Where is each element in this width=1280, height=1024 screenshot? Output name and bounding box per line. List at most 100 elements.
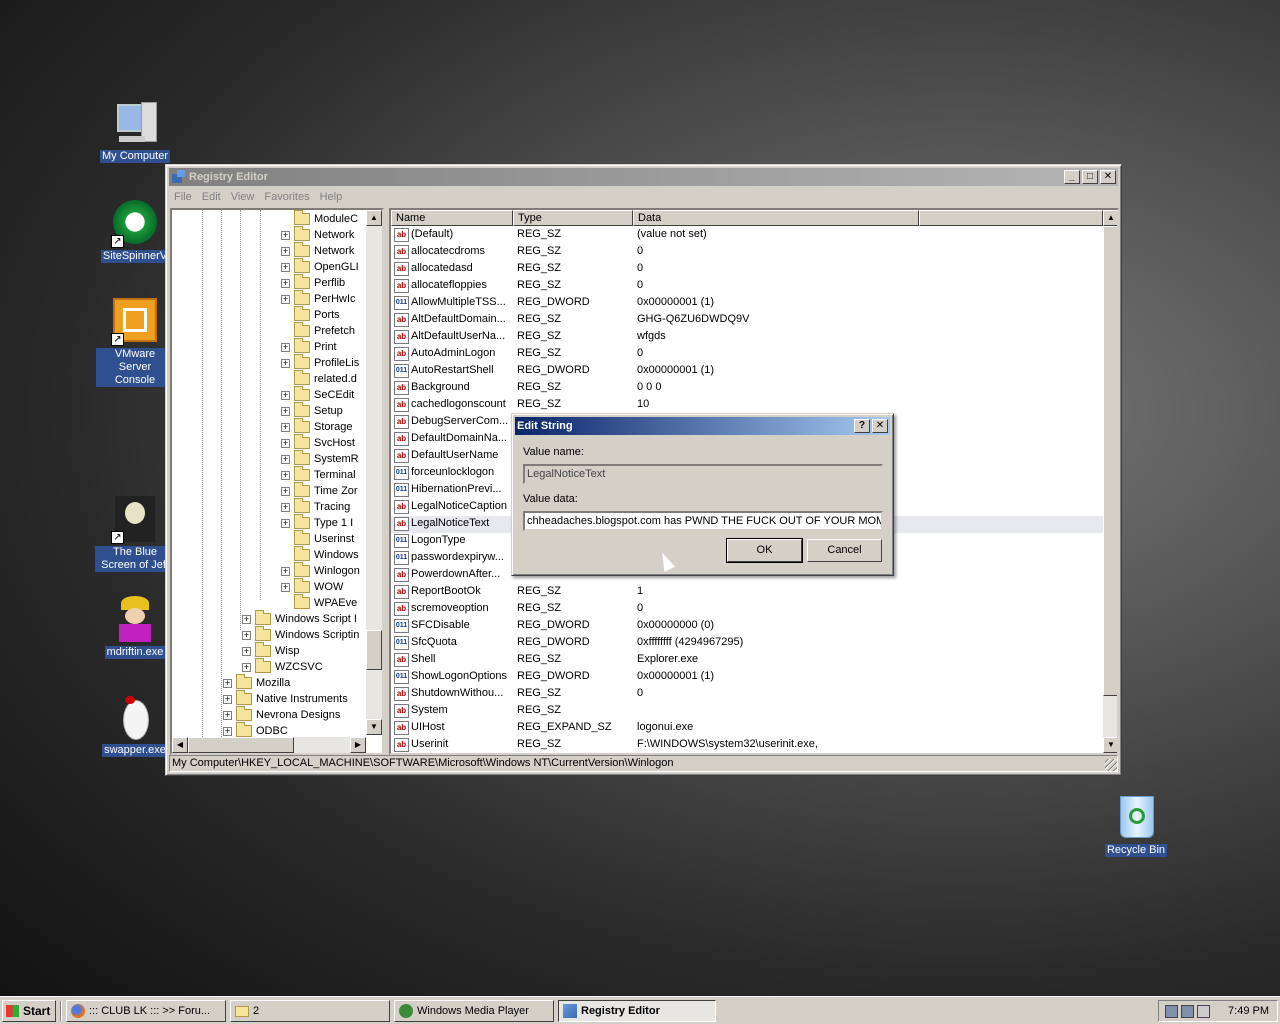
desktop-icon-blue-screen-of-jeff[interactable]: ↗ The Blue Screen of Jeff xyxy=(95,496,175,572)
expand-toggle-icon[interactable]: + xyxy=(281,422,290,432)
expand-toggle-icon[interactable]: + xyxy=(242,614,251,624)
task-club-lk[interactable]: ::: CLUB LK ::: >> Foru... xyxy=(66,1000,226,1022)
column-header-name[interactable]: Name xyxy=(391,210,513,226)
registry-value-row[interactable]: ab cachedlogonscount REG_SZ 10 xyxy=(391,397,1103,414)
task-registry-editor[interactable]: Registry Editor xyxy=(558,1000,716,1022)
registry-value-row[interactable]: ab ShutdownWithou... REG_SZ 0 xyxy=(391,686,1103,703)
tree-node[interactable]: + Winlogon xyxy=(281,562,360,579)
menu-view[interactable]: View xyxy=(226,191,260,203)
network-icon[interactable] xyxy=(1181,1005,1194,1018)
scroll-down-button[interactable]: ▼ xyxy=(1103,737,1117,753)
tree-node[interactable]: + Time Zor xyxy=(281,482,358,499)
expand-toggle-icon[interactable]: + xyxy=(223,678,232,688)
scroll-thumb[interactable] xyxy=(1103,226,1117,696)
task-folder-2[interactable]: 2 xyxy=(230,1000,390,1022)
tree-node[interactable]: + Network xyxy=(281,226,354,243)
tree-node[interactable]: + OpenGLI xyxy=(281,258,359,275)
tree-node[interactable]: + WZCSVC xyxy=(242,658,323,675)
scroll-right-button[interactable]: ▶ xyxy=(350,737,366,753)
task-windows-media-player[interactable]: Windows Media Player xyxy=(394,1000,554,1022)
registry-value-row[interactable]: ab allocatefloppies REG_SZ 0 xyxy=(391,278,1103,295)
desktop-icon-mdriftin[interactable]: mdriftin.exe xyxy=(95,596,175,659)
tree-horizontal-scrollbar[interactable]: ◀ ▶ xyxy=(172,737,366,753)
tree-node[interactable]: + Wisp xyxy=(242,642,299,659)
cancel-button[interactable]: Cancel xyxy=(807,539,882,562)
expand-toggle-icon[interactable]: + xyxy=(242,662,251,672)
menu-favorites[interactable]: Favorites xyxy=(259,191,314,203)
tree-node[interactable]: + Print xyxy=(281,338,337,355)
expand-toggle-icon[interactable]: + xyxy=(281,454,290,464)
minimize-button[interactable]: _ xyxy=(1064,170,1080,184)
menu-help[interactable]: Help xyxy=(315,191,348,203)
registry-value-row[interactable]: 011 AutoRestartShell REG_DWORD 0x00000001 (… xyxy=(391,363,1103,380)
tree-node[interactable]: + Setup xyxy=(281,402,343,419)
network-icon[interactable] xyxy=(1165,1005,1178,1018)
tree-node[interactable]: Userinst xyxy=(281,530,354,547)
expand-toggle-icon[interactable]: + xyxy=(281,582,290,592)
desktop-icon-my-computer[interactable]: My Computer xyxy=(95,100,175,163)
expand-toggle-icon[interactable]: + xyxy=(281,262,290,272)
tree-node[interactable]: + Network xyxy=(281,242,354,259)
tree-node[interactable]: + Perflib xyxy=(281,274,345,291)
tree-node[interactable]: + SystemR xyxy=(281,450,359,467)
registry-tree[interactable]: ModuleC + Network + Network + OpenGLI + Perflib +… xyxy=(170,208,384,755)
tree-node[interactable]: + Type 1 I xyxy=(281,514,353,531)
expand-toggle-icon[interactable]: + xyxy=(281,566,290,576)
menu-file[interactable]: File xyxy=(169,191,197,203)
tree-node[interactable]: + Windows Scriptin xyxy=(242,626,359,643)
registry-value-row[interactable]: 011 AllowMultipleTSS... REG_DWORD 0x0000000… xyxy=(391,295,1103,312)
expand-toggle-icon[interactable]: + xyxy=(223,726,232,736)
registry-value-row[interactable]: 011 SfcQuota REG_DWORD 0xffffffff (42949672… xyxy=(391,635,1103,652)
volume-icon[interactable] xyxy=(1197,1005,1210,1018)
tree-node[interactable]: + Mozilla xyxy=(223,674,290,691)
expand-toggle-icon[interactable]: + xyxy=(281,342,290,352)
help-button[interactable]: ? xyxy=(854,419,870,433)
column-header-type[interactable]: Type xyxy=(513,210,633,226)
scroll-up-button[interactable]: ▲ xyxy=(1103,210,1117,226)
desktop-icon-recycle-bin[interactable]: Recycle Bin xyxy=(1096,794,1176,857)
close-button[interactable]: ✕ xyxy=(1100,170,1116,184)
window-titlebar[interactable]: Registry Editor _ □ ✕ xyxy=(169,168,1118,186)
scroll-up-button[interactable]: ▲ xyxy=(366,210,382,226)
registry-value-row[interactable]: ab Background REG_SZ 0 0 0 xyxy=(391,380,1103,397)
expand-toggle-icon[interactable]: + xyxy=(281,406,290,416)
registry-value-row[interactable]: ab System REG_SZ xyxy=(391,703,1103,720)
tree-node[interactable]: Ports xyxy=(281,306,340,323)
tree-node[interactable]: + PerHwIc xyxy=(281,290,356,307)
tree-node[interactable]: + Terminal xyxy=(281,466,356,483)
expand-toggle-icon[interactable]: + xyxy=(281,390,290,400)
tree-node[interactable]: WPAEve xyxy=(281,594,357,611)
expand-toggle-icon[interactable]: + xyxy=(281,438,290,448)
expand-toggle-icon[interactable]: + xyxy=(223,710,232,720)
tree-node[interactable]: Windows xyxy=(281,546,359,563)
tree-node[interactable]: + Native Instruments xyxy=(223,690,348,707)
list-vertical-scrollbar[interactable]: ▲ ▼ xyxy=(1103,210,1117,753)
scroll-down-button[interactable]: ▼ xyxy=(366,719,382,735)
scroll-left-button[interactable]: ◀ xyxy=(172,737,188,753)
start-button[interactable]: Start xyxy=(2,1000,56,1022)
expand-toggle-icon[interactable]: + xyxy=(281,502,290,512)
registry-value-row[interactable]: ab AutoAdminLogon REG_SZ 0 xyxy=(391,346,1103,363)
expand-toggle-icon[interactable]: + xyxy=(281,518,290,528)
registry-value-row[interactable]: ab AltDefaultUserNa... REG_SZ wfgds xyxy=(391,329,1103,346)
value-data-input[interactable]: chheadaches.blogspot.com has PWND THE FU… xyxy=(523,511,883,531)
dialog-titlebar[interactable]: Edit String ? ✕ xyxy=(515,417,890,435)
menu-edit[interactable]: Edit xyxy=(197,191,226,203)
registry-value-row[interactable]: ab AltDefaultDomain... REG_SZ GHG-Q6ZU6DWDQ… xyxy=(391,312,1103,329)
expand-toggle-icon[interactable]: + xyxy=(281,486,290,496)
tree-node[interactable]: ModuleC xyxy=(281,210,358,227)
registry-value-row[interactable]: ab Userinit REG_SZ F:\WINDOWS\system32\user… xyxy=(391,737,1103,753)
registry-value-row[interactable]: ab ReportBootOk REG_SZ 1 xyxy=(391,584,1103,601)
tree-node[interactable]: + SvcHost xyxy=(281,434,355,451)
column-header-data[interactable]: Data xyxy=(633,210,919,226)
tree-node[interactable]: + Windows Script I xyxy=(242,610,357,627)
expand-toggle-icon[interactable]: + xyxy=(281,358,290,368)
expand-toggle-icon[interactable]: + xyxy=(242,646,251,656)
dialog-close-button[interactable]: ✕ xyxy=(872,419,888,433)
registry-value-row[interactable]: ab allocatedasd REG_SZ 0 xyxy=(391,261,1103,278)
expand-toggle-icon[interactable]: + xyxy=(281,246,290,256)
tree-node[interactable]: + WOW xyxy=(281,578,343,595)
registry-value-row[interactable]: ab Shell REG_SZ Explorer.exe xyxy=(391,652,1103,669)
registry-value-row[interactable]: ab scremoveoption REG_SZ 0 xyxy=(391,601,1103,618)
ok-button[interactable]: OK xyxy=(726,538,803,563)
